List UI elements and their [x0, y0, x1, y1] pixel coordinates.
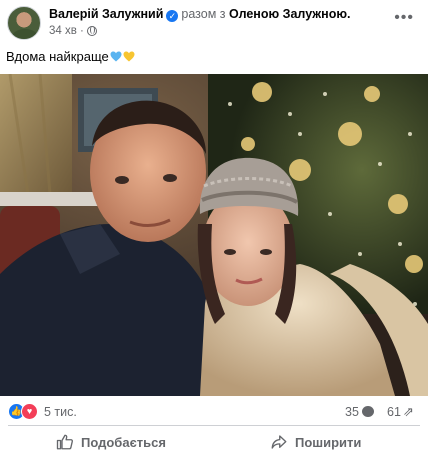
author-avatar[interactable]: [7, 6, 41, 40]
facebook-post: Валерій Залужний ✓ разом з Оленою Залужною…: [0, 0, 428, 457]
engagement-counts: 👍 ♥ 5 тис. 35 61 ⇗: [0, 399, 428, 421]
post-timestamp[interactable]: 34 хв: [49, 25, 77, 37]
share-label: Поширити: [295, 434, 362, 450]
love-reaction-icon: ♥: [21, 403, 38, 420]
reaction-count[interactable]: 5 тис.: [44, 405, 77, 419]
post-caption: Вдома найкраще: [6, 48, 135, 66]
thumbs-up-icon: [56, 434, 73, 450]
share-small-icon: ⇗: [403, 404, 414, 419]
like-button[interactable]: Подобається: [48, 428, 198, 456]
action-bar: Подобається Поширити: [0, 426, 428, 457]
globe-icon: [86, 26, 97, 36]
share-button[interactable]: Поширити: [262, 428, 412, 456]
post-header: Валерій Залужний ✓ разом з Оленою Залужною…: [0, 0, 428, 44]
post-meta: 34 хв ·: [49, 24, 97, 38]
caption-text: Вдома найкраще: [6, 49, 109, 64]
like-label: Подобається: [81, 434, 166, 450]
share-count[interactable]: 61: [387, 405, 401, 419]
with-prefix: разом з: [181, 7, 226, 21]
tagged-person[interactable]: Оленою Залужною.: [229, 7, 350, 21]
yellow-heart-icon: [123, 51, 135, 62]
share-arrow-icon: [271, 435, 287, 449]
more-options-button[interactable]: •••: [394, 10, 414, 26]
author-name[interactable]: Валерій Залужний: [49, 7, 163, 21]
author-line: Валерій Залужний ✓ разом з Оленою Залужною…: [49, 6, 351, 22]
comment-bubble-icon: [362, 406, 374, 417]
blue-heart-icon: [110, 51, 122, 62]
selfie-photo: [0, 74, 428, 396]
comment-count[interactable]: 35: [345, 405, 359, 419]
verified-badge-icon: ✓: [166, 10, 179, 22]
post-photo[interactable]: [0, 74, 428, 396]
